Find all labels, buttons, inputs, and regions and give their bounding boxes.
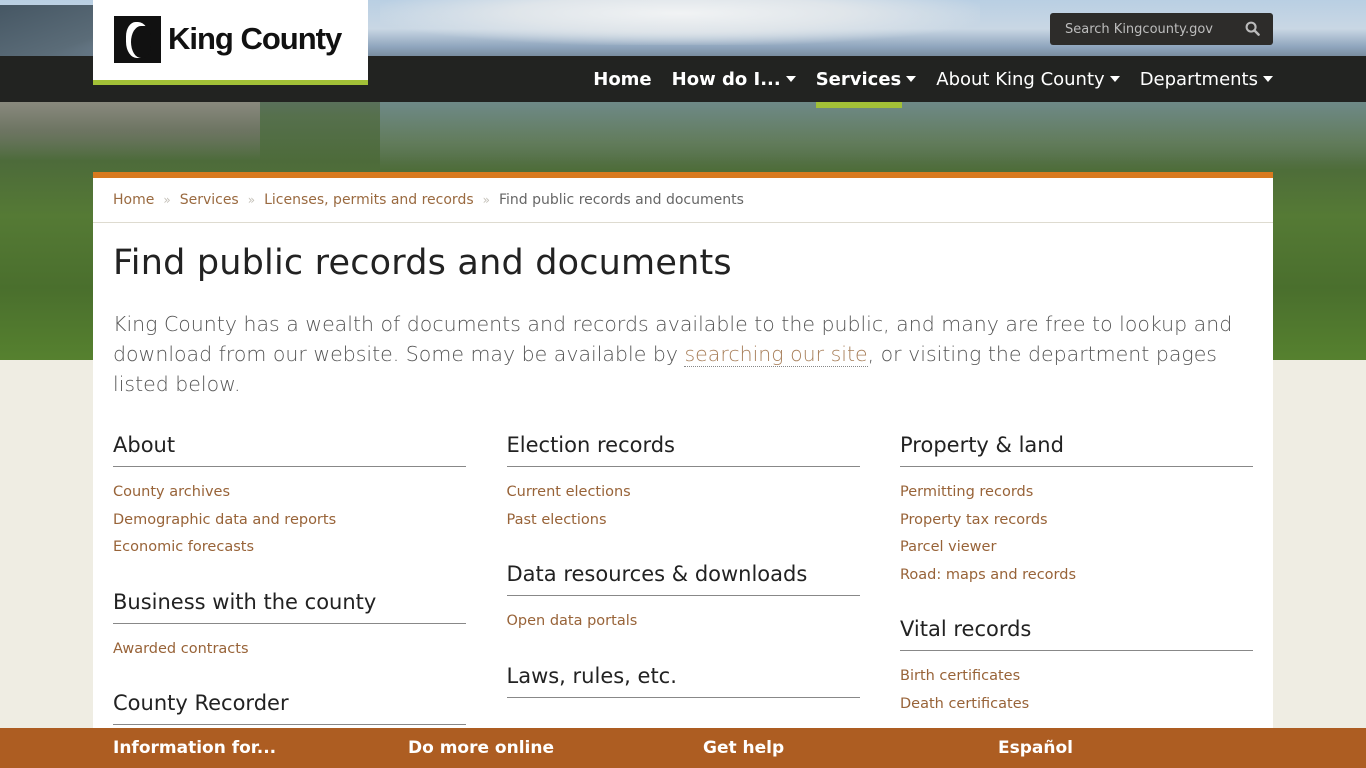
nav-home[interactable]: Home <box>593 56 651 102</box>
nav-how-do-i[interactable]: How do I... <box>672 56 796 102</box>
category-column: Property & land Permitting records Propert… <box>900 433 1253 753</box>
breadcrumb-licenses[interactable]: Licenses, permits and records <box>264 192 474 208</box>
section-data-resources-downloads: Data resources & downloads Open data port… <box>506 562 860 636</box>
category-column: About County archives Demographic data and… <box>113 433 466 753</box>
section-laws-rules-etc: Laws, rules, etc. <box>506 664 860 698</box>
link-open-data-portals[interactable]: Open data portals <box>507 608 860 636</box>
link-past-elections[interactable]: Past elections <box>507 507 860 535</box>
section-heading: County Recorder <box>113 691 466 725</box>
breadcrumb-services[interactable]: Services <box>180 192 239 208</box>
double-chevron-right-icon: » <box>482 193 490 207</box>
link-economic-forecasts[interactable]: Economic forecasts <box>113 534 466 562</box>
search-input[interactable] <box>1050 21 1235 37</box>
footer-information-for[interactable]: Information for... <box>113 728 276 768</box>
section-heading: Business with the county <box>113 590 466 624</box>
mlk-logo-icon <box>114 16 161 63</box>
breadcrumb: Home » Services » Licenses, permits and … <box>93 178 1273 223</box>
nav-label: Departments <box>1139 68 1258 90</box>
link-demographic-data-and-reports[interactable]: Demographic data and reports <box>113 507 466 535</box>
section-election-records: Election records Current elections Past el… <box>506 433 860 535</box>
nav-label: Services <box>815 68 902 90</box>
link-property-tax-records[interactable]: Property tax records <box>900 507 1253 535</box>
link-awarded-contracts[interactable]: Awarded contracts <box>113 636 466 664</box>
king-county-logo[interactable]: King County <box>93 0 368 85</box>
search-site-link[interactable]: searching our site <box>684 342 868 367</box>
nav-about-king-county[interactable]: About King County <box>936 56 1120 102</box>
intro-paragraph: King County has a wealth of documents an… <box>113 309 1253 399</box>
nav-departments[interactable]: Departments <box>1140 56 1273 102</box>
section-property-land: Property & land Permitting records Propert… <box>900 433 1253 589</box>
breadcrumb-current: Find public records and documents <box>498 192 744 208</box>
hero-valley <box>380 100 1366 170</box>
section-heading: About <box>113 433 466 467</box>
nav-label: About King County <box>936 68 1105 90</box>
section-vital-records: Vital records Birth certificates Death cer… <box>900 617 1253 718</box>
main-content: Home » Services » Licenses, permits and … <box>93 172 1273 768</box>
footer-bar: Information for... Do more online Get he… <box>0 728 1366 768</box>
section-about: About County archives Demographic data and… <box>113 433 466 562</box>
record-categories: About County archives Demographic data and… <box>113 433 1253 753</box>
section-heading: Laws, rules, etc. <box>506 664 860 698</box>
section-business-with-the-county: Business with the county Awarded contract… <box>113 590 466 664</box>
caret-down-icon <box>1263 76 1273 82</box>
main-nav: Home How do I... Services About King Cou… <box>573 56 1273 108</box>
section-heading: Property & land <box>900 433 1253 467</box>
caret-down-icon <box>906 76 917 82</box>
link-parcel-viewer[interactable]: Parcel viewer <box>900 534 1253 562</box>
hero-clouds <box>380 0 980 45</box>
category-column: Election records Current elections Past el… <box>506 433 860 753</box>
nav-services[interactable]: Services <box>815 56 917 108</box>
nav-label: How do I... <box>671 68 781 90</box>
section-heading: Vital records <box>900 617 1253 651</box>
nav-label: Home <box>593 68 652 90</box>
link-current-elections[interactable]: Current elections <box>507 479 860 507</box>
site-search <box>1050 13 1273 45</box>
search-icon[interactable] <box>1245 21 1260 36</box>
page-title: Find public records and documents <box>113 243 732 283</box>
double-chevron-right-icon: » <box>247 193 256 207</box>
link-death-certificates[interactable]: Death certificates <box>900 691 1253 719</box>
footer-espanol[interactable]: Español <box>998 728 1073 768</box>
footer-do-more-online[interactable]: Do more online <box>408 728 554 768</box>
double-chevron-right-icon: » <box>163 193 171 207</box>
hero-cliffs <box>0 100 260 160</box>
caret-down-icon <box>1109 76 1120 82</box>
section-heading: Data resources & downloads <box>506 562 860 596</box>
footer-get-help[interactable]: Get help <box>703 728 784 768</box>
section-county-recorder: County Recorder <box>113 691 466 725</box>
caret-down-icon <box>785 76 796 82</box>
link-county-archives[interactable]: County archives <box>113 479 466 507</box>
logo-text: King County <box>168 21 342 56</box>
link-permitting-records[interactable]: Permitting records <box>900 479 1253 507</box>
breadcrumb-home[interactable]: Home <box>113 192 154 208</box>
link-birth-certificates[interactable]: Birth certificates <box>900 663 1253 691</box>
section-heading: Election records <box>506 433 860 467</box>
link-road-maps-and-records[interactable]: Road: maps and records <box>900 562 1253 590</box>
